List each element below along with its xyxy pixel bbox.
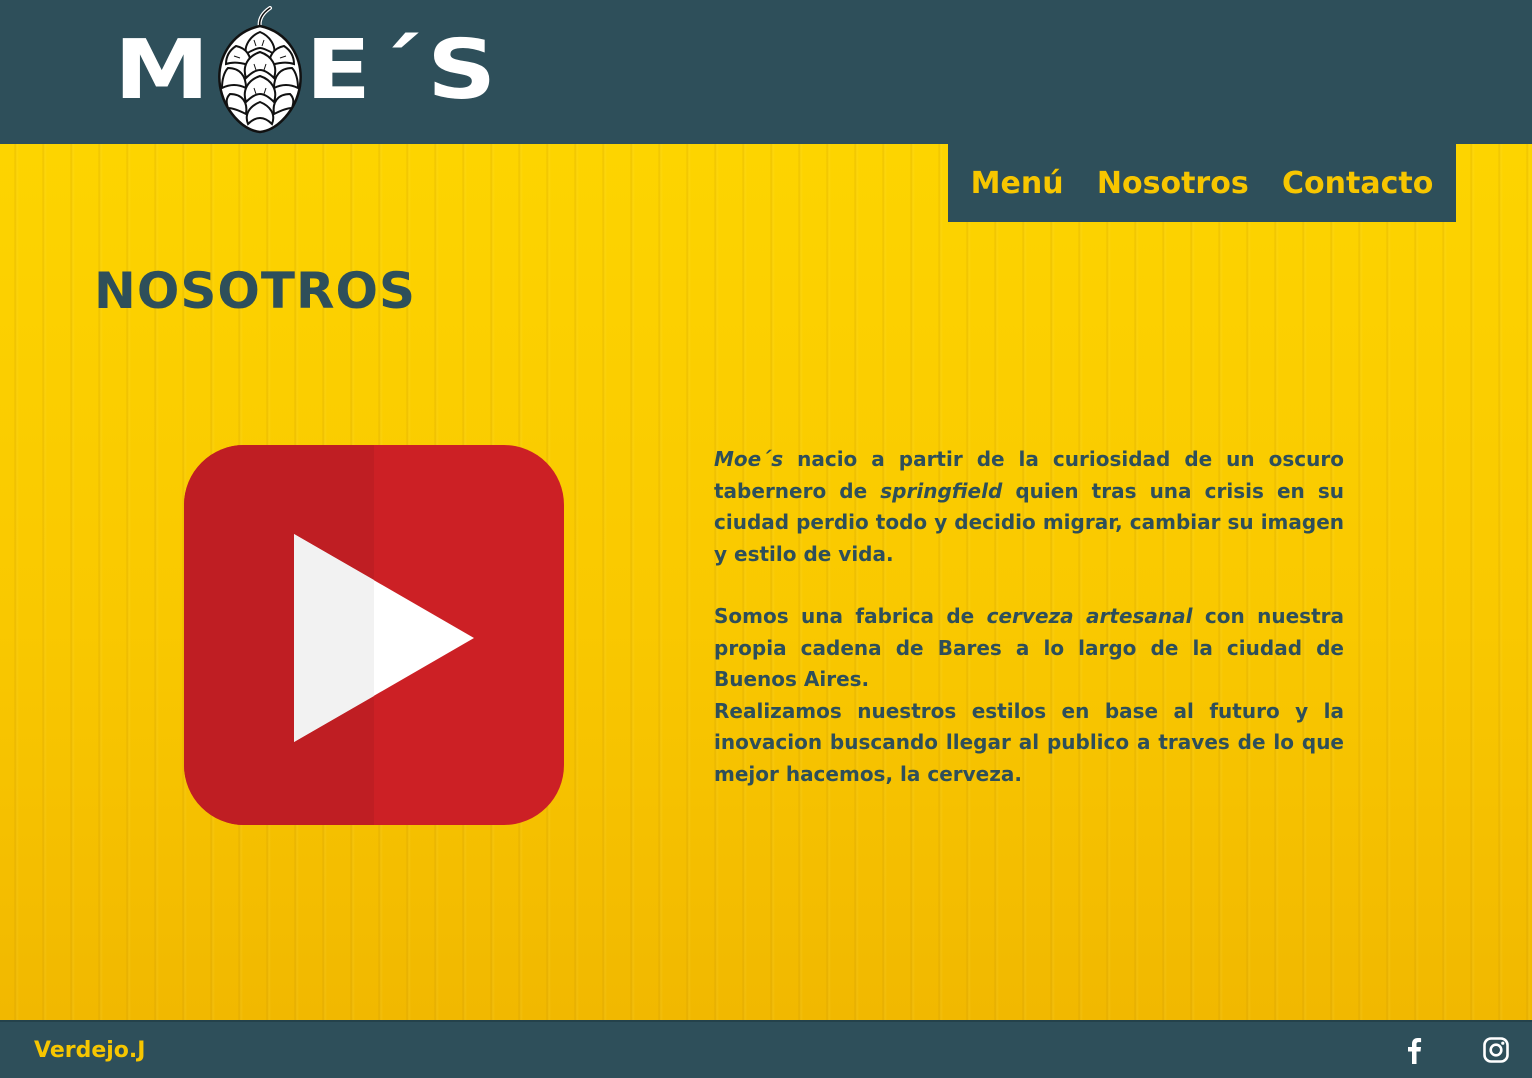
- facebook-icon[interactable]: [1400, 1036, 1428, 1064]
- nav-item-contacto[interactable]: Contacto: [1282, 166, 1433, 201]
- place-name: springfield: [880, 478, 1003, 503]
- main-nav: Menú Nosotros Contacto: [948, 144, 1456, 222]
- logo-text-end: E´S: [305, 22, 501, 118]
- page-title: NOSOTROS: [94, 262, 416, 320]
- youtube-play-icon: [184, 445, 564, 825]
- logo[interactable]: M E´S: [114, 6, 500, 134]
- logo-text-start: M: [114, 22, 214, 118]
- nav-item-menu[interactable]: Menú: [971, 166, 1064, 201]
- nav-item-nosotros[interactable]: Nosotros: [1097, 166, 1249, 201]
- hop-icon: [217, 6, 302, 134]
- instagram-icon[interactable]: [1482, 1036, 1510, 1064]
- site-header: M E´S: [0, 0, 1532, 144]
- about-text: Moe´s nacio a partir de la curiosidad de…: [714, 444, 1344, 790]
- author-credit: Verdejo.J: [34, 1038, 146, 1063]
- brand-name: Moe´s: [714, 447, 784, 471]
- highlight-text: cerveza artesanal: [986, 604, 1193, 628]
- about-paragraph-3: Realizamos nuestros estilos en base al f…: [714, 698, 1344, 786]
- video-play-button[interactable]: [184, 445, 564, 825]
- paragraph-text: Somos una fabrica de: [714, 604, 987, 628]
- about-paragraph-1: Moe´s nacio a partir de la curiosidad de…: [714, 444, 1344, 570]
- about-paragraph-2: Somos una fabrica de cerveza artesanal c…: [714, 601, 1344, 696]
- site-footer: Verdejo.J: [0, 1020, 1532, 1078]
